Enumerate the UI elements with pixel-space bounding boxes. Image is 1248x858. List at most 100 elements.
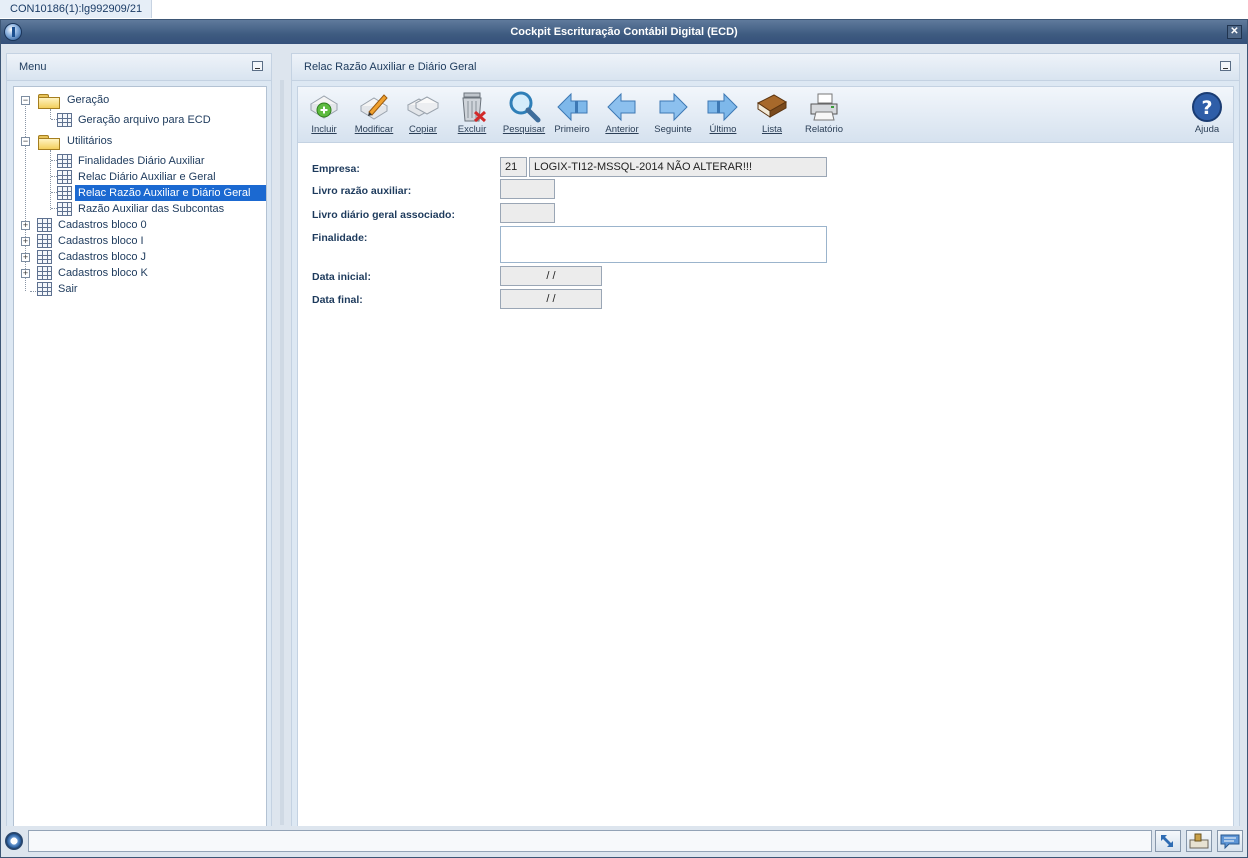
keyboard-button[interactable] [1186, 830, 1212, 852]
ajuda-label: Ajuda [1194, 124, 1220, 135]
keyboard-icon [1189, 833, 1209, 849]
tree-item-razao-subcontas[interactable]: Razão Auxiliar das Subcontas [14, 201, 254, 217]
window-tab[interactable]: CON10186(1):lg992909/21 [0, 0, 152, 18]
incluir-button[interactable]: Incluir [300, 90, 348, 140]
finalidade-label: Finalidade: [312, 232, 368, 244]
resize-arrows-icon [1161, 835, 1173, 847]
data-inicial-field[interactable]: / / [500, 266, 602, 286]
content-title: Relac Razão Auxiliar e Diário Geral [304, 61, 477, 73]
status-logo-icon [5, 832, 23, 850]
livro-diario-label: Livro diário geral associado: [312, 209, 455, 221]
tree-item-label: Sair [58, 283, 78, 295]
tree-item-label: Relac Razão Auxiliar e Diário Geral [75, 185, 266, 201]
menu-panel-header: Menu [7, 54, 271, 81]
grid-icon [37, 218, 52, 232]
tree-node-label: Cadastros bloco J [58, 251, 147, 263]
expand-icon[interactable]: + [21, 221, 30, 230]
form-area: Incluir Modificar Copiar Excluir Pesquis… [297, 86, 1234, 836]
tree-item-label: Relac Diário Auxiliar e Geral [78, 171, 216, 183]
ultimo-button[interactable]: Último [699, 90, 747, 140]
data-final-label: Data final: [312, 294, 363, 306]
tree-node-label: Utilitários [67, 135, 113, 147]
tree-item-label: Geração arquivo para ECD [78, 114, 211, 126]
grid-icon [37, 234, 52, 248]
excluir-label: Excluir [457, 124, 487, 135]
resize-button[interactable] [1155, 830, 1181, 852]
trash-icon [455, 90, 489, 124]
grid-icon [57, 113, 72, 127]
tree-node-label: Cadastros bloco 0 [58, 219, 147, 231]
empresa-label: Empresa: [312, 163, 360, 175]
window-tab-label: CON10186(1):lg992909/21 [10, 3, 143, 15]
first-arrow-icon [555, 90, 589, 124]
expand-icon[interactable]: + [21, 237, 30, 246]
tree-item-finalidades[interactable]: Finalidades Diário Auxiliar [14, 153, 254, 169]
expand-icon[interactable]: + [21, 253, 30, 262]
folder-open-icon [38, 92, 60, 109]
pesquisar-button[interactable]: Pesquisar [500, 90, 548, 140]
tree-node-cadastros-0[interactable]: + Cadastros bloco 0 [14, 217, 254, 233]
expand-icon[interactable]: + [21, 269, 30, 278]
edit-pencil-icon [357, 90, 391, 124]
tree-node-label: Geração [67, 94, 110, 106]
copy-icon [406, 90, 440, 124]
tree-node-cadastros-k[interactable]: + Cadastros bloco K [14, 265, 254, 281]
next-arrow-icon [656, 90, 690, 124]
tree-node-utilitarios[interactable]: − Utilitários [14, 133, 254, 150]
data-final-field[interactable]: / / [500, 289, 602, 309]
modificar-button[interactable]: Modificar [350, 90, 398, 140]
close-button[interactable]: ✕ [1227, 25, 1242, 39]
menu-title: Menu [19, 61, 47, 73]
tree-node-cadastros-j[interactable]: + Cadastros bloco J [14, 249, 254, 265]
help-icon: ? [1190, 90, 1224, 124]
content-minimize-button[interactable] [1220, 61, 1231, 71]
tree-node-cadastros-i[interactable]: + Cadastros bloco I [14, 233, 254, 249]
anterior-button[interactable]: Anterior [598, 90, 646, 140]
messages-button[interactable] [1217, 830, 1243, 852]
pesquisar-label: Pesquisar [502, 124, 546, 135]
collapse-icon[interactable]: − [21, 137, 30, 146]
tree-item-relac-razao[interactable]: Relac Razão Auxiliar e Diário Geral [14, 185, 266, 201]
svg-text:?: ? [1201, 97, 1212, 119]
relatorio-label: Relatório [804, 124, 844, 135]
tree-node-label: Cadastros bloco K [58, 267, 148, 279]
tree-node-label: Cadastros bloco I [58, 235, 144, 247]
incluir-label: Incluir [311, 124, 337, 135]
excluir-button[interactable]: Excluir [448, 90, 496, 140]
tree-node-geracao[interactable]: − Geração [14, 92, 254, 109]
menu-minimize-button[interactable] [252, 61, 263, 71]
grid-icon [57, 186, 72, 200]
tree-item-label: Finalidades Diário Auxiliar [78, 155, 205, 167]
collapse-icon[interactable]: − [21, 96, 30, 105]
folder-open-icon [38, 133, 60, 150]
copiar-button[interactable]: Copiar [399, 90, 447, 140]
ajuda-button[interactable]: ? Ajuda [1183, 90, 1231, 140]
livro-razao-field[interactable] [500, 179, 555, 199]
lista-label: Lista [761, 124, 783, 135]
grid-icon [57, 154, 72, 168]
primeiro-label: Primeiro [554, 124, 590, 135]
magnifier-icon [507, 90, 541, 124]
copiar-label: Copiar [409, 124, 437, 135]
tree-item-geracao-arquivo[interactable]: Geração arquivo para ECD [14, 112, 254, 128]
grid-icon [57, 170, 72, 184]
tree-item-sair[interactable]: Sair [14, 281, 254, 297]
panel-splitter[interactable] [278, 80, 286, 825]
anterior-label: Anterior [605, 124, 639, 135]
lista-button[interactable]: Lista [748, 90, 796, 140]
finalidade-field[interactable] [500, 226, 827, 263]
toolbar: Incluir Modificar Copiar Excluir Pesquis… [298, 87, 1233, 143]
add-document-icon [307, 90, 341, 124]
primeiro-button[interactable]: Primeiro [548, 90, 596, 140]
livro-razao-label: Livro razão auxiliar: [312, 185, 412, 197]
book-icon [755, 90, 789, 124]
seguinte-button[interactable]: Seguinte [649, 90, 697, 140]
tree-item-relac-diario[interactable]: Relac Diário Auxiliar e Geral [14, 169, 254, 185]
relatorio-button[interactable]: Relatório [800, 90, 848, 140]
menu-tree: − Geração Geração arquivo para ECD − Uti… [13, 86, 267, 836]
livro-diario-field[interactable] [500, 203, 555, 223]
content-panel: Relac Razão Auxiliar e Diário Geral Incl… [291, 53, 1240, 840]
menu-panel: Menu − Geração Geração arquivo para ECD [6, 53, 272, 840]
empresa-code-field[interactable]: 21 [500, 157, 527, 177]
last-arrow-icon [706, 90, 740, 124]
